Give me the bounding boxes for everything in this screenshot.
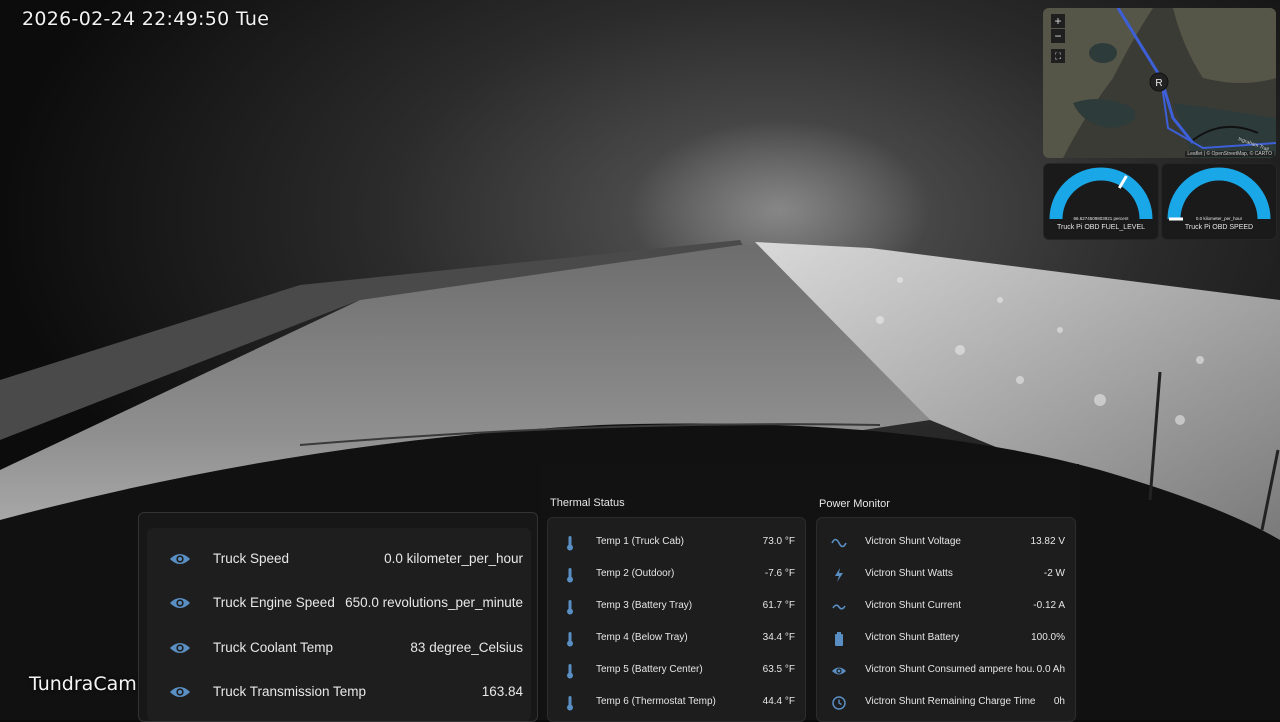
- map-zoom-out-button[interactable]: −: [1051, 29, 1065, 43]
- obd-value: 163.84: [481, 684, 523, 699]
- obd-label: Truck Speed: [213, 551, 290, 566]
- obd-value: 83 degree_Celsius: [410, 640, 523, 655]
- thermal-title: Thermal Status: [550, 497, 625, 509]
- thermal-row[interactable]: Temp 6 (Thermostat Temp) 44.4 °F: [548, 690, 805, 716]
- power-row[interactable]: Victron Shunt Current -0.12 A: [817, 594, 1075, 620]
- thermal-label: Temp 5 (Battery Center): [596, 664, 703, 675]
- power-value: 0.0 Ah: [1036, 664, 1065, 675]
- thermometer-icon: [567, 536, 573, 551]
- thermal-label: Temp 1 (Truck Cab): [596, 536, 684, 547]
- thermal-row[interactable]: Temp 1 (Truck Cab) 73.0 °F: [548, 530, 805, 556]
- current-wave-icon: [832, 604, 846, 610]
- obd-row-engine-speed[interactable]: Truck Engine Speed 650.0 revolutions_per…: [147, 588, 531, 618]
- thermometer-icon: [567, 664, 573, 679]
- power-label: Victron Shunt Consumed ampere hou...: [865, 664, 1035, 675]
- thermal-label: Temp 2 (Outdoor): [596, 568, 675, 579]
- power-row[interactable]: Victron Shunt Battery 100.0%: [817, 626, 1075, 652]
- fuel-gauge-card[interactable]: 66.6274509803921 percent Truck Pi OBD FU…: [1043, 163, 1159, 240]
- thermal-label: Temp 3 (Battery Tray): [596, 600, 693, 611]
- obd-list: Truck Speed 0.0 kilometer_per_hour Truck…: [147, 528, 531, 721]
- power-value: -2 W: [1043, 568, 1065, 579]
- eye-icon: [169, 553, 191, 565]
- thermal-value: 73.0 °F: [762, 536, 795, 547]
- obd-row-coolant-temp[interactable]: Truck Coolant Temp 83 degree_Celsius: [147, 633, 531, 663]
- power-value: 100.0%: [1031, 632, 1065, 643]
- obd-value: 0.0 kilometer_per_hour: [384, 551, 523, 566]
- brand-watermark: TundraCam: [29, 673, 137, 695]
- map-widget[interactable]: R Ingraham Trail + − ⛶ Leaflet | © OpenS…: [1043, 8, 1276, 158]
- power-label: Victron Shunt Watts: [865, 568, 953, 579]
- map-zoom-in-button[interactable]: +: [1051, 14, 1065, 28]
- map-fit-icon[interactable]: ⛶: [1051, 49, 1065, 63]
- power-value: 13.82 V: [1030, 536, 1065, 547]
- speed-gauge-card[interactable]: 0.0 kilometer_per_hour Truck Pi OBD SPEE…: [1161, 163, 1277, 240]
- power-row[interactable]: Victron Shunt Watts -2 W: [817, 562, 1075, 588]
- obd-label: Truck Transmission Temp: [213, 684, 367, 699]
- speed-gauge: [1167, 167, 1271, 221]
- power-row[interactable]: Victron Shunt Voltage 13.82 V: [817, 530, 1075, 556]
- thermal-row[interactable]: Temp 5 (Battery Center) 63.5 °F: [548, 658, 805, 684]
- thermometer-icon: [567, 568, 573, 583]
- power-label: Victron Shunt Battery: [865, 632, 960, 643]
- power-label: Victron Shunt Remaining Charge Time: [865, 696, 1036, 707]
- obd-label: Truck Coolant Temp: [213, 640, 334, 655]
- thermal-row[interactable]: Temp 2 (Outdoor) -7.6 °F: [548, 562, 805, 588]
- speed-gauge-label: Truck Pi OBD SPEED: [1184, 224, 1254, 231]
- eye-icon: [832, 667, 846, 675]
- thermometer-icon: [567, 600, 573, 615]
- eye-icon: [169, 642, 191, 654]
- thermal-value: 61.7 °F: [762, 600, 795, 611]
- obd-label: Truck Engine Speed: [213, 595, 335, 610]
- power-row[interactable]: Victron Shunt Consumed ampere hou... 0.0…: [817, 658, 1075, 684]
- thermal-value: 63.5 °F: [762, 664, 795, 675]
- eye-icon: [169, 686, 191, 698]
- thermal-value: 34.4 °F: [762, 632, 795, 643]
- timestamp-overlay: 2026-02-24 22:49:50 Tue: [22, 8, 270, 30]
- flash-icon: [835, 568, 843, 582]
- map-canvas[interactable]: R Ingraham Trail: [1043, 8, 1276, 158]
- thermal-value: -7.6 °F: [764, 568, 795, 579]
- power-row[interactable]: Victron Shunt Remaining Charge Time 0h: [817, 690, 1075, 716]
- map-attribution[interactable]: Leaflet | © OpenStreetMap, © CARTO: [1185, 151, 1274, 157]
- obd-row-transmission-temp[interactable]: Truck Transmission Temp 163.84: [147, 677, 531, 707]
- obd-row-truck-speed[interactable]: Truck Speed 0.0 kilometer_per_hour: [147, 544, 531, 574]
- battery-icon: [835, 632, 843, 646]
- map-marker-label[interactable]: R: [1155, 78, 1162, 89]
- power-title: Power Monitor: [819, 498, 890, 510]
- clock-icon: [832, 696, 846, 710]
- thermometer-icon: [567, 696, 573, 711]
- power-label: Victron Shunt Voltage: [865, 536, 961, 547]
- thermometer-icon: [567, 632, 573, 647]
- sine-wave-icon: [831, 538, 847, 548]
- thermal-label: Temp 6 (Thermostat Temp): [596, 696, 716, 707]
- thermal-row[interactable]: Temp 4 (Below Tray) 34.4 °F: [548, 626, 805, 652]
- power-label: Victron Shunt Current: [865, 600, 961, 611]
- fuel-gauge-value: 66.6274509803921 percent: [1073, 216, 1129, 221]
- eye-icon: [169, 597, 191, 609]
- thermal-card: Temp 1 (Truck Cab) 73.0 °F Temp 2 (Outdo…: [547, 517, 806, 722]
- power-value: -0.12 A: [1033, 600, 1065, 611]
- speed-gauge-value: 0.0 kilometer_per_hour: [1195, 216, 1243, 221]
- thermal-value: 44.4 °F: [762, 696, 795, 707]
- thermal-row[interactable]: Temp 3 (Battery Tray) 61.7 °F: [548, 594, 805, 620]
- power-value: 0h: [1053, 696, 1065, 707]
- thermal-label: Temp 4 (Below Tray): [596, 632, 688, 643]
- power-card: Victron Shunt Voltage 13.82 V Victron Sh…: [816, 517, 1076, 722]
- fuel-gauge-label: Truck Pi OBD FUEL_LEVEL: [1056, 224, 1146, 231]
- fuel-gauge: [1049, 167, 1153, 220]
- obd-value: 650.0 revolutions_per_minute: [345, 595, 523, 610]
- obd-card: Truck Speed 0.0 kilometer_per_hour Truck…: [138, 512, 538, 722]
